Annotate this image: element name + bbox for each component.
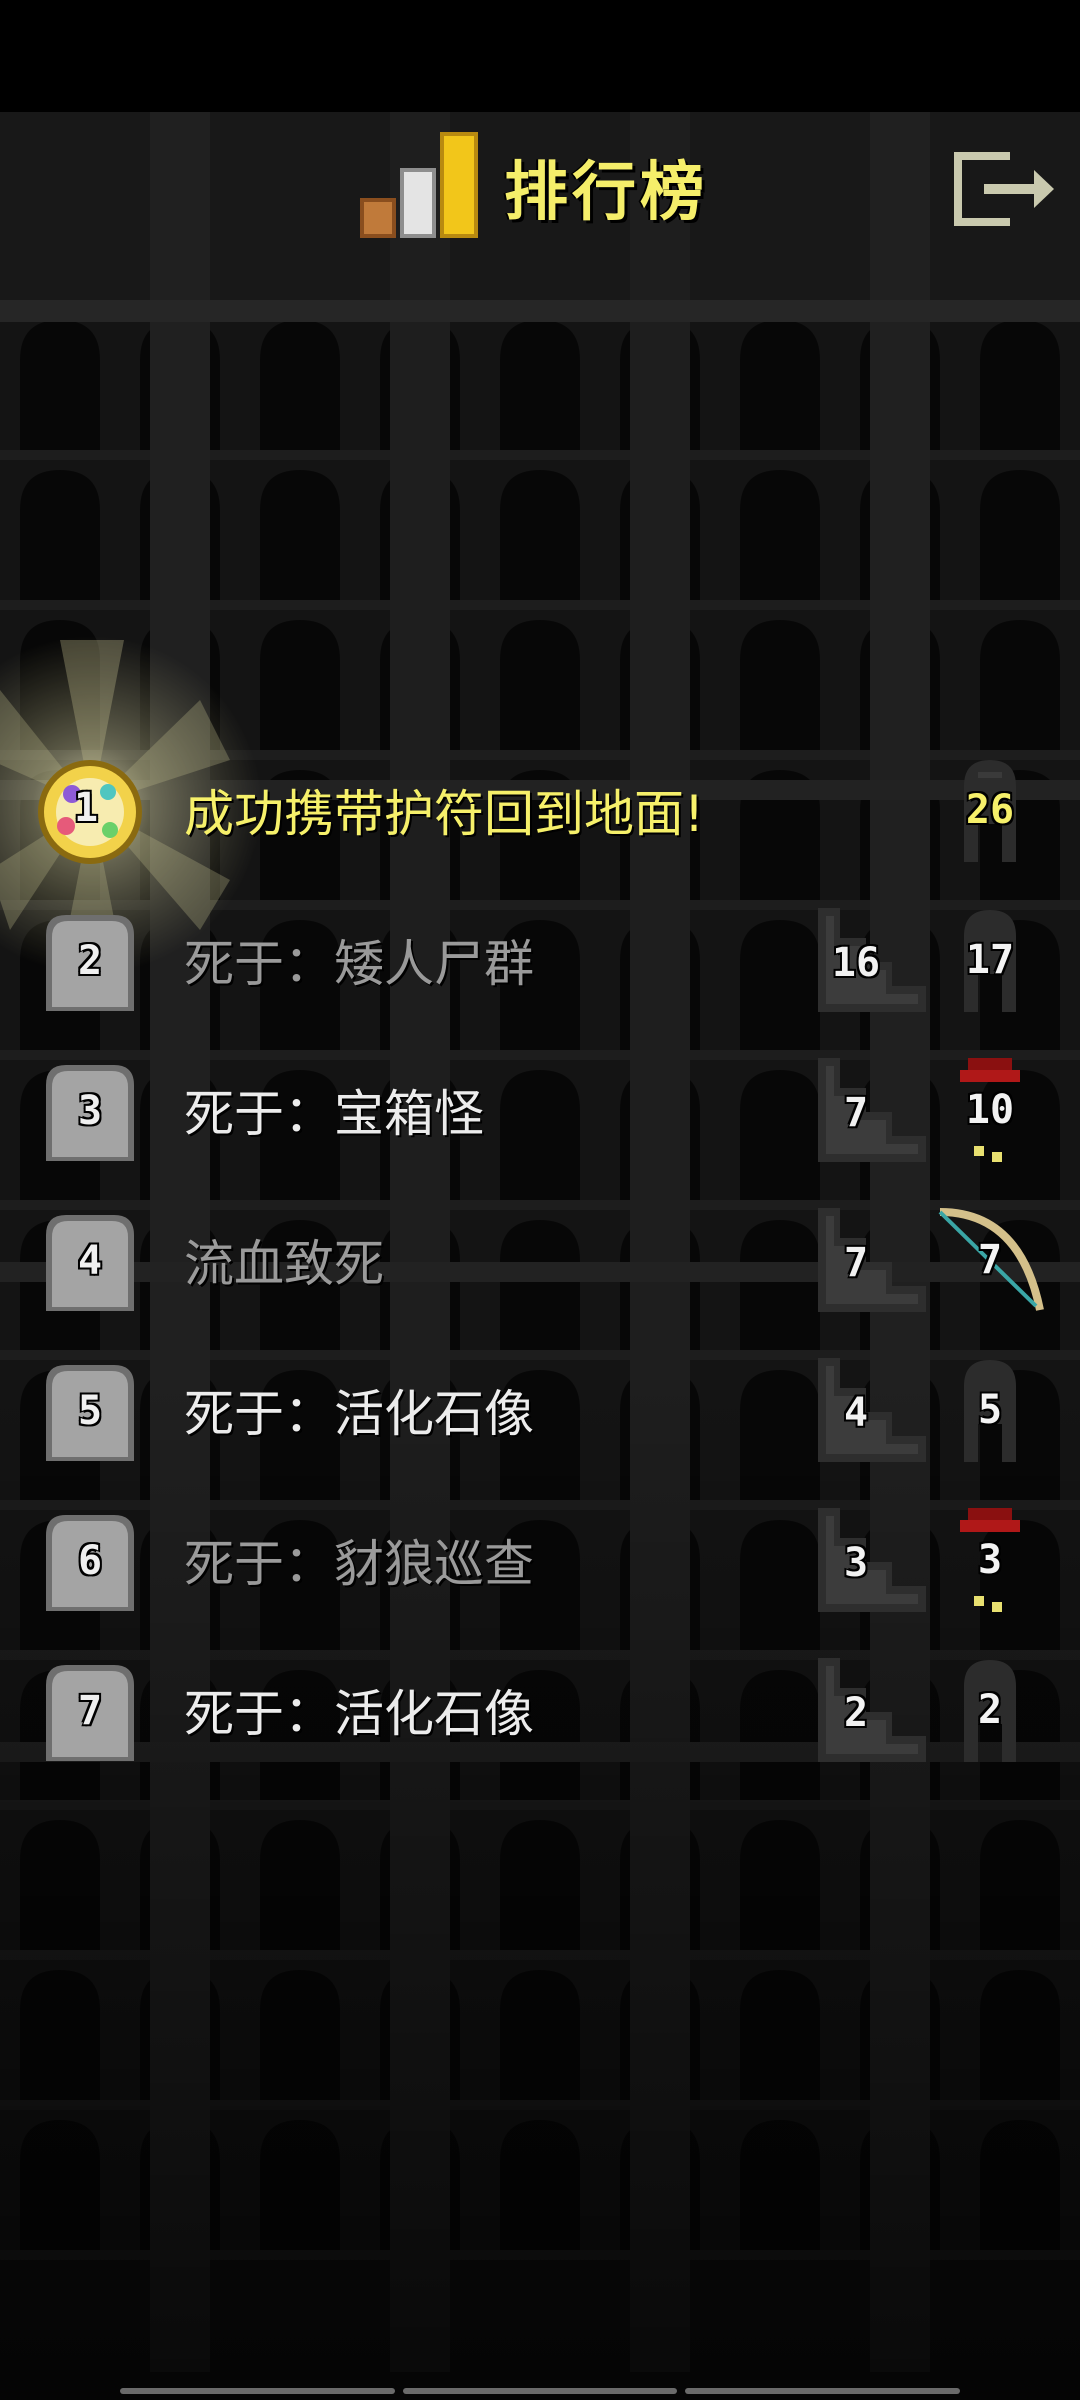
- rank-badge: 7: [40, 1661, 140, 1761]
- leaderboard-row-3[interactable]: 3 死于：宝箱怪 7 10: [0, 1036, 1080, 1186]
- record-description: 成功携带护符回到地面!: [184, 785, 705, 843]
- depth-indicator: 7: [818, 1208, 926, 1312]
- hero-level: 5: [950, 1352, 1030, 1470]
- record-description: 死于：活化石像: [184, 1685, 534, 1743]
- depth-indicator: 2: [818, 1658, 926, 1762]
- hero-level-number: 2: [977, 1687, 1003, 1733]
- rank-number: 1: [73, 785, 99, 831]
- hero-level-number: 17: [965, 937, 1015, 983]
- hero-level: 26: [950, 752, 1030, 870]
- page-header: 排行榜: [360, 132, 708, 242]
- leaderboard-screen: 排行榜 1 成功携带护符回到地面! 26 2 死于：矮人尸群 16 17 3 死…: [0, 0, 1080, 2400]
- depth-indicator: 4: [818, 1358, 926, 1462]
- hero-level: 17: [950, 902, 1030, 1020]
- status-bar-area: [0, 0, 1080, 112]
- leaderboard-row-1[interactable]: 1 成功携带护符回到地面! 26: [0, 736, 1080, 886]
- exit-button[interactable]: [950, 148, 1060, 230]
- rank-badge: 3: [40, 1061, 140, 1161]
- hero-level-number: 5: [977, 1387, 1003, 1433]
- depth-indicator: 3: [818, 1508, 926, 1612]
- hero-level-number: 10: [965, 1087, 1015, 1133]
- hero-level-number: 7: [977, 1237, 1003, 1283]
- depth-number: 7: [843, 1090, 869, 1136]
- gesture-nav-bar[interactable]: [120, 2388, 961, 2394]
- rank-badge: 2: [40, 911, 140, 1011]
- record-description: 死于：矮人尸群: [184, 935, 534, 993]
- depth-indicator: 16: [818, 908, 926, 1012]
- depth-number: 3: [843, 1540, 869, 1586]
- exit-door-icon: [954, 152, 1054, 226]
- hero-level-number: 26: [965, 787, 1015, 833]
- depth-number: 2: [843, 1690, 869, 1736]
- hero-level: 2: [950, 1652, 1030, 1770]
- record-description: 流血致死: [184, 1235, 384, 1293]
- depth-number: 4: [843, 1390, 869, 1436]
- rank-number: 3: [77, 1088, 103, 1134]
- leaderboard-row-4[interactable]: 4 流血致死 7 7: [0, 1186, 1080, 1336]
- rank-number: 2: [77, 938, 103, 984]
- rank-badge: 5: [40, 1361, 140, 1461]
- depth-indicator: 7: [818, 1058, 926, 1162]
- hero-level: 3: [950, 1502, 1030, 1620]
- leaderboard-row-5[interactable]: 5 死于：活化石像 4 5: [0, 1336, 1080, 1486]
- rank-badge: 6: [40, 1511, 140, 1611]
- depth-number: 16: [831, 940, 881, 986]
- rank-number: 6: [77, 1538, 103, 1584]
- rank-number: 4: [77, 1238, 103, 1284]
- hero-level: 10: [950, 1052, 1030, 1170]
- leaderboard-row-2[interactable]: 2 死于：矮人尸群 16 17: [0, 886, 1080, 1036]
- rank-number: 7: [77, 1688, 103, 1734]
- leaderboard-row-7[interactable]: 7 死于：活化石像 2 2: [0, 1636, 1080, 1786]
- rank-badge: 4: [40, 1211, 140, 1311]
- rank-badge-gold: 1: [36, 758, 142, 864]
- hero-level: 7: [930, 1202, 1050, 1320]
- trophy-bars-icon: [360, 132, 478, 238]
- record-description: 死于：宝箱怪: [184, 1085, 484, 1143]
- hero-level-number: 3: [977, 1537, 1003, 1583]
- depth-number: 7: [843, 1240, 869, 1286]
- page-title: 排行榜: [504, 156, 708, 230]
- record-description: 死于：豺狼巡查: [184, 1535, 534, 1593]
- record-description: 死于：活化石像: [184, 1385, 534, 1443]
- leaderboard-row-6[interactable]: 6 死于：豺狼巡查 3 3: [0, 1486, 1080, 1636]
- rank-number: 5: [77, 1388, 103, 1434]
